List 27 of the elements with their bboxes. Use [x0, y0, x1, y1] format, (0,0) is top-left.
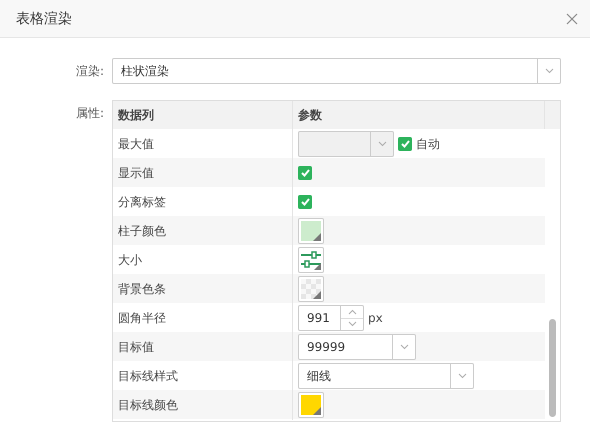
- field-label: 属性:: [76, 105, 105, 122]
- chevron-down-icon: [400, 344, 408, 350]
- line-style-select[interactable]: 细线: [298, 363, 474, 389]
- property-name: 目标线颜色: [113, 390, 293, 420]
- field-label: 渲染:: [76, 63, 105, 80]
- dialog-title: 表格渲染: [16, 10, 72, 28]
- value-combobox[interactable]: 99999: [298, 334, 416, 360]
- checkbox-label: 自动: [416, 136, 440, 152]
- render-select[interactable]: 柱状渲染: [112, 58, 561, 84]
- unit-label: px: [368, 311, 383, 325]
- checkmark-icon: [300, 198, 310, 206]
- slider-settings-icon[interactable]: [298, 247, 324, 273]
- checkbox[interactable]: [298, 166, 312, 180]
- color-swatch[interactable]: [298, 276, 324, 302]
- number-spinner[interactable]: 991: [298, 305, 364, 331]
- close-icon[interactable]: [566, 12, 578, 24]
- chevron-down-icon: [458, 373, 466, 379]
- chevron-down-icon: [348, 321, 356, 328]
- chevron-down-icon: [544, 68, 554, 74]
- scrollbar-thumb[interactable]: [549, 319, 556, 417]
- checkmark-icon: [400, 140, 410, 148]
- color-swatch[interactable]: [298, 392, 324, 418]
- chevron-down-icon: [378, 141, 386, 147]
- color-swatch[interactable]: [298, 218, 324, 244]
- checkmark-icon: [300, 169, 310, 177]
- checkbox[interactable]: [298, 195, 312, 209]
- chevron-up-icon: [348, 308, 356, 315]
